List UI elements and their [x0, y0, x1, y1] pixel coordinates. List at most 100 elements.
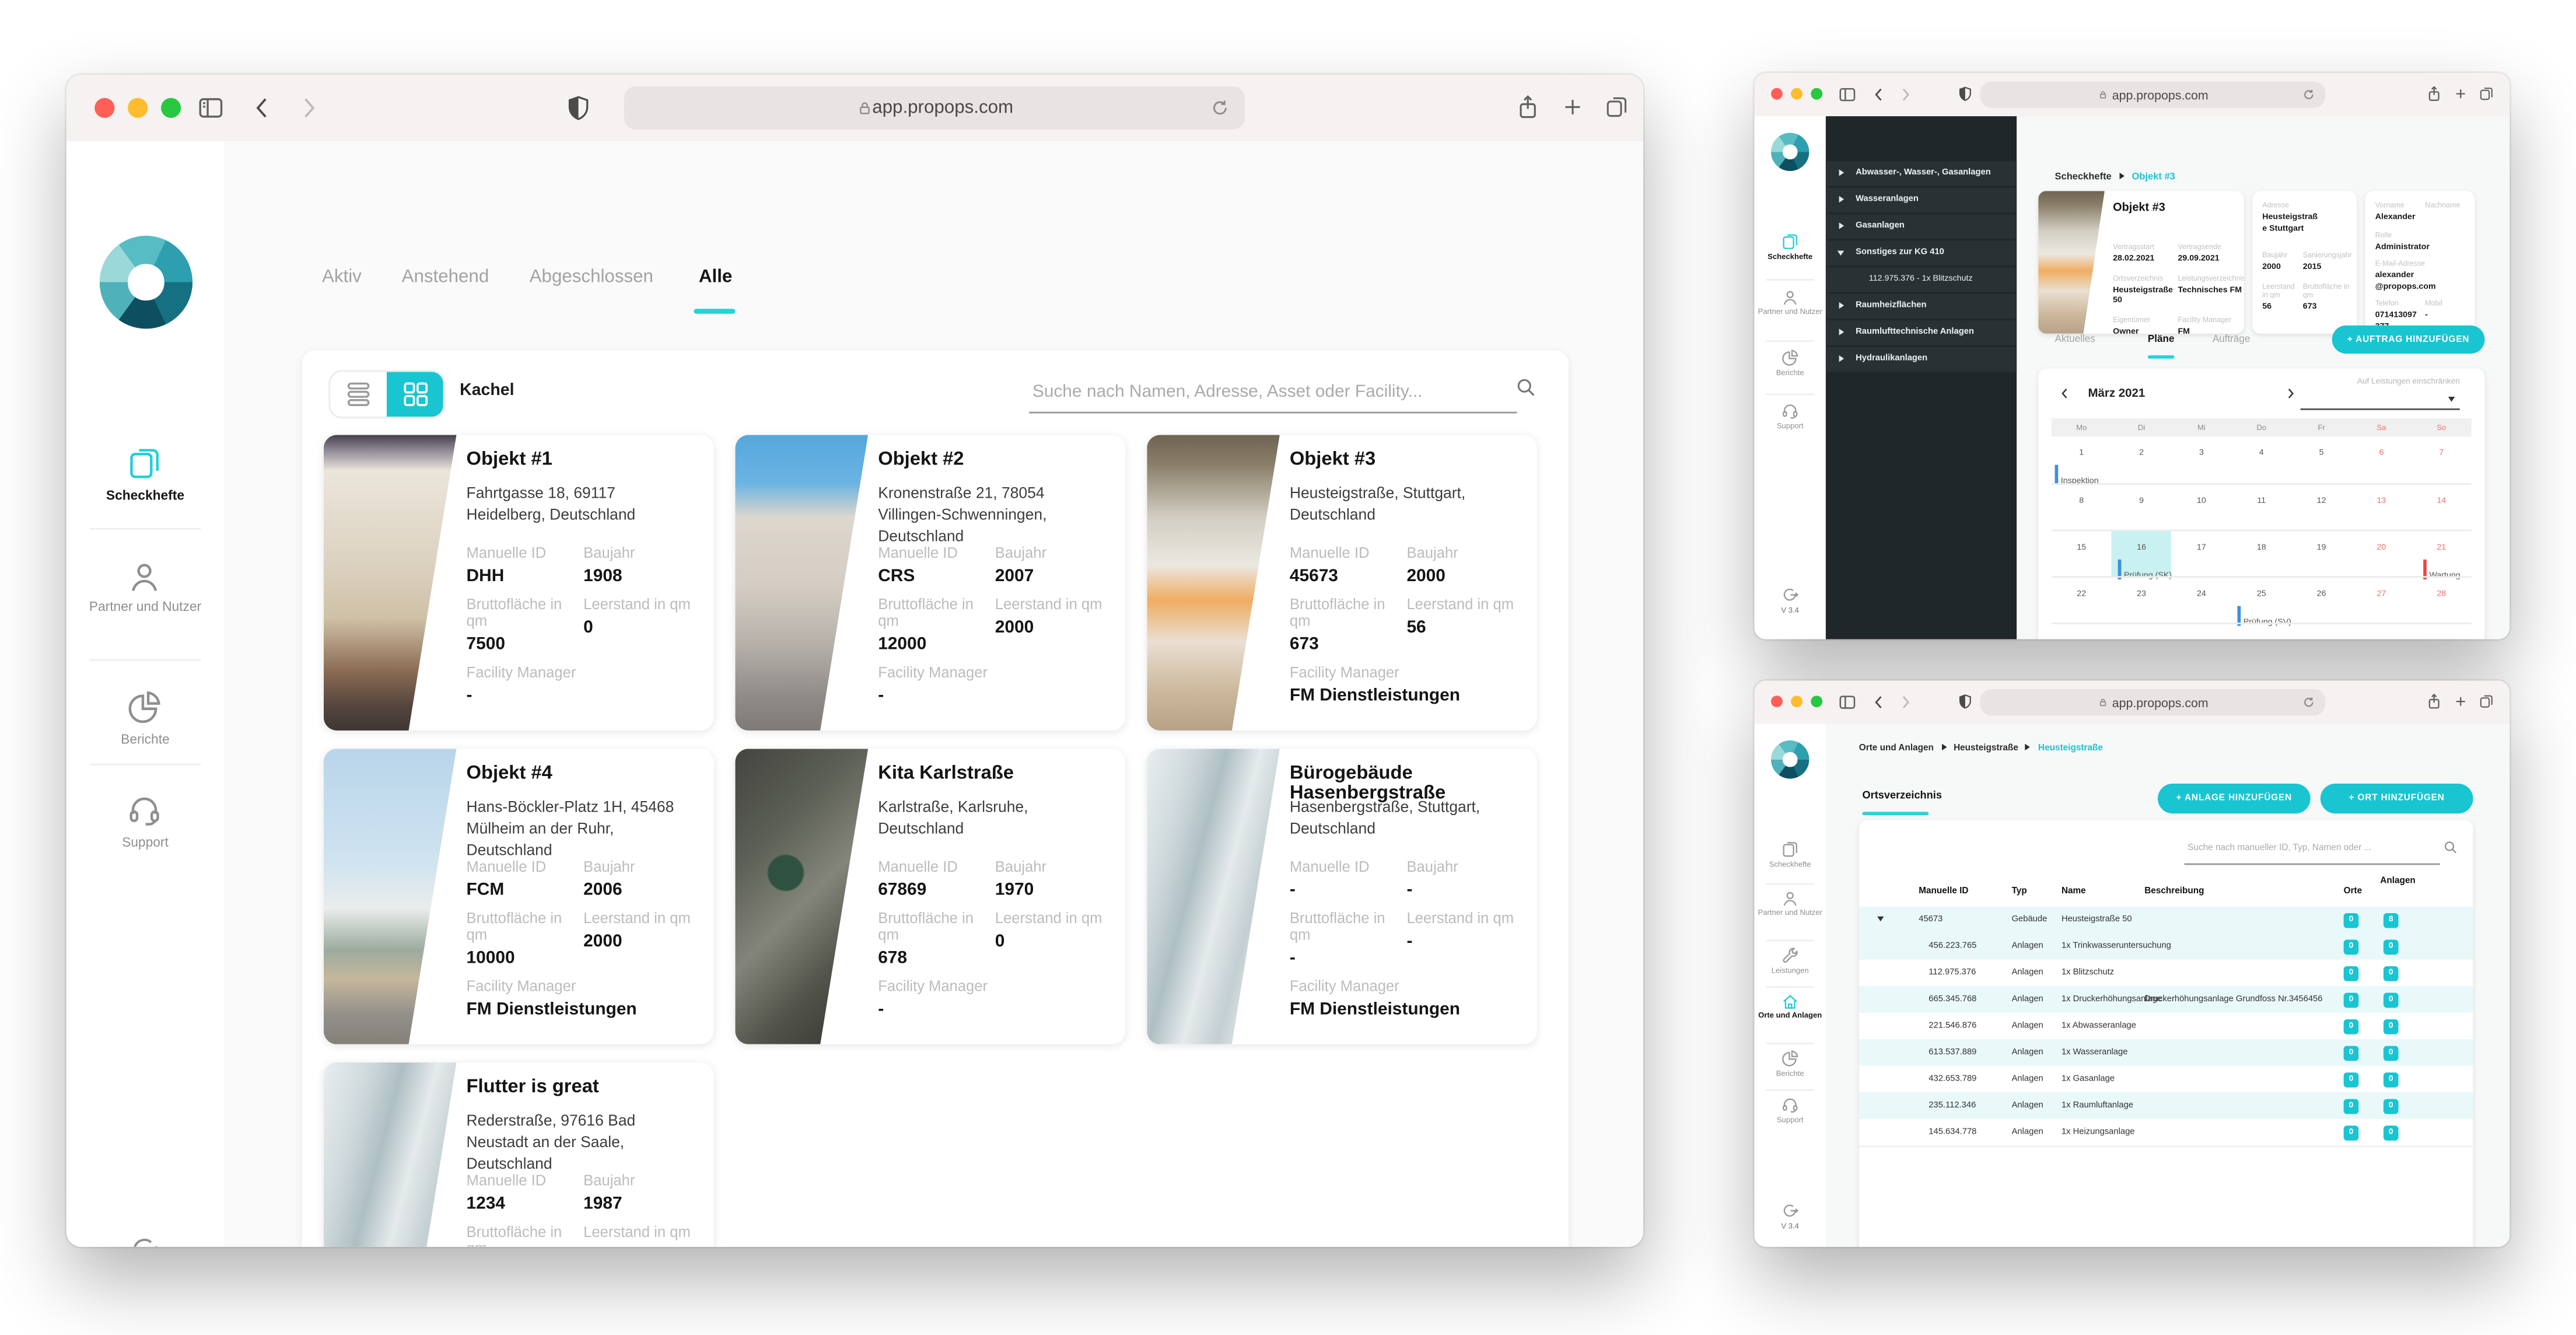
anlagen-badge[interactable]: 0	[2384, 1125, 2399, 1140]
tree-item[interactable]: Gasanlagen	[1826, 214, 2017, 239]
day-cell[interactable]: 10	[2172, 485, 2232, 532]
grid-view-button-active[interactable]	[387, 372, 443, 417]
orte-badge[interactable]: 0	[2344, 913, 2359, 928]
new-tab-icon[interactable]	[1560, 95, 1586, 120]
url-bar[interactable]: app.propops.com	[1980, 81, 2326, 108]
calendar-next-icon[interactable]	[2284, 387, 2297, 400]
tree-item[interactable]: Hydraulikanlagen	[1826, 347, 2017, 372]
anlagen-badge[interactable]: 0	[2384, 939, 2399, 954]
property-card-objekt-1[interactable]: Objekt #1 Fahrtgasse 18, 69117 Heidelber…	[324, 435, 714, 730]
traffic-light-close[interactable]	[94, 98, 114, 118]
tab-ortsverzeichnis-active[interactable]: Ortsverzeichnis	[1862, 790, 1941, 802]
tab-anstehend[interactable]: Anstehend	[402, 267, 489, 287]
table-search-input[interactable]	[2184, 833, 2440, 865]
column-header[interactable]: Orte	[2344, 886, 2362, 896]
day-cell[interactable]: 19	[2291, 532, 2351, 578]
table-row[interactable]: 145.634.778Anlagen1x Heizungsanlage 0 0	[1859, 1119, 2473, 1147]
tab-auftraege[interactable]: Aufträge	[2213, 336, 2250, 345]
sidebar-item-berichte[interactable]: Berichte	[66, 689, 224, 766]
forward-icon[interactable]	[295, 95, 322, 121]
property-card-objekt-4[interactable]: Objekt #4 Hans-Böckler-Platz 1H, 45468 M…	[324, 749, 714, 1044]
day-cell[interactable]: 2	[2112, 436, 2172, 483]
new-tab-icon[interactable]	[2453, 694, 2468, 709]
privacy-shield-icon[interactable]	[1957, 693, 1973, 711]
day-cell[interactable]: 24	[2172, 578, 2232, 624]
forward-icon[interactable]	[1897, 86, 1913, 103]
url-bar[interactable]: app.propops.com	[624, 86, 1245, 130]
add-ort-button[interactable]: + ORT HINZUFÜGEN	[2320, 784, 2473, 813]
column-header[interactable]: Manuelle ID	[1919, 886, 1968, 896]
tab-alle-active[interactable]: Alle	[699, 267, 732, 287]
back-icon[interactable]	[249, 95, 276, 121]
sidebar-item-partner-und-nutzer[interactable]: Partner und Nutzer	[1755, 289, 1826, 336]
tree-item[interactable]: Raumlufttechnische Anlagen	[1826, 320, 2017, 345]
property-card-objekt-3[interactable]: Objekt #3 Heusteigstraße, Stuttgart, Deu…	[1147, 435, 1537, 730]
orte-badge[interactable]: 0	[2344, 1045, 2359, 1060]
object-search-input[interactable]	[1029, 371, 1517, 414]
day-cell[interactable]: 28	[2412, 578, 2472, 624]
traffic-light-minimize[interactable]	[128, 98, 148, 118]
table-row[interactable]: 456.223.765Anlagen1x Trinkwasseruntersuc…	[1859, 933, 2473, 960]
sidebar-version[interactable]: V 3.4	[1755, 1202, 1826, 1239]
tree-item[interactable]: Abwasser-, Wasser-, Gasanlagen	[1826, 161, 2017, 186]
share-icon[interactable]	[2425, 83, 2443, 104]
sidebar-item-support[interactable]: Support	[66, 792, 224, 868]
tab-overview-icon[interactable]	[2478, 693, 2494, 711]
property-card-flutter-is-great[interactable]: Flutter is great Rederstraße, 97616 Bad …	[324, 1063, 714, 1247]
table-row-parent[interactable]: 45673GebäudeHeusteigstraße 50 0 8	[1859, 907, 2473, 934]
day-cell[interactable]: 3	[2172, 436, 2232, 483]
orte-badge[interactable]: 0	[2344, 1072, 2359, 1087]
sidebar-toggle-icon[interactable]	[1838, 693, 1857, 712]
property-card-buerogebaeude-hasenbergstrasse[interactable]: Bürogebäude Hasenbergstraße Hasenbergstr…	[1147, 749, 1537, 1044]
tab-aktuelles[interactable]: Aktuelles	[2055, 336, 2095, 345]
sidebar-item-partner-und-nutzer[interactable]: Partner und Nutzer	[66, 560, 224, 652]
property-card-objekt-2[interactable]: Objekt #2 Kronenstraße 21, 78054 Villing…	[735, 435, 1125, 730]
table-row[interactable]: 112.975.376Anlagen1x Blitzschutz 0 0	[1859, 960, 2473, 988]
day-cell[interactable]: 13	[2351, 485, 2412, 532]
breadcrumb-root[interactable]: Scheckhefte	[2055, 173, 2112, 183]
sidebar-item-scheckhefte[interactable]: Scheckhefte	[1755, 840, 1826, 877]
reload-icon[interactable]	[2302, 696, 2316, 709]
tab-overview-icon[interactable]	[2478, 85, 2494, 103]
day-cell[interactable]: 8	[2052, 485, 2112, 532]
column-header[interactable]: Beschreibung	[2144, 886, 2204, 896]
sidebar-item-orte-und-anlagen[interactable]: Orte und Anlagen	[1755, 993, 1826, 1040]
traffic-light-zoom[interactable]	[161, 98, 181, 118]
day-cell[interactable]: 9	[2112, 485, 2172, 532]
day-cell[interactable]: 12	[2291, 485, 2351, 532]
privacy-shield-icon[interactable]	[1957, 85, 1973, 103]
tab-plaene-active[interactable]: Pläne	[2148, 336, 2175, 345]
anlagen-badge[interactable]: 0	[2384, 1072, 2399, 1087]
back-icon[interactable]	[1871, 694, 1887, 710]
sidebar-version[interactable]: V 3.4	[1755, 586, 1826, 623]
orte-badge[interactable]: 0	[2344, 992, 2359, 1007]
column-header[interactable]: Name	[2062, 886, 2086, 896]
traffic-light-zoom[interactable]	[1811, 88, 1822, 100]
share-icon[interactable]	[1514, 91, 1542, 123]
breadcrumb-root[interactable]: Orte und Anlagen	[1859, 744, 1934, 754]
url-bar[interactable]: app.propops.com	[1980, 689, 2326, 716]
day-cell[interactable]: 18	[2231, 532, 2291, 578]
table-row[interactable]: 432.653.789Anlagen1x Gasanlage 0 0	[1859, 1066, 2473, 1094]
orte-badge[interactable]: 0	[2344, 1019, 2359, 1034]
privacy-shield-icon[interactable]	[564, 93, 592, 123]
orte-badge[interactable]: 0	[2344, 939, 2359, 954]
traffic-light-minimize[interactable]	[1791, 88, 1803, 100]
day-cell[interactable]: 11	[2231, 485, 2291, 532]
orte-badge[interactable]: 0	[2344, 1125, 2359, 1140]
day-cell[interactable]: 15	[2052, 532, 2112, 578]
sidebar-toggle-icon[interactable]	[196, 93, 226, 123]
reload-icon[interactable]	[1210, 98, 1230, 118]
day-cell[interactable]: 20	[2351, 532, 2412, 578]
new-tab-icon[interactable]	[2453, 86, 2468, 102]
share-icon[interactable]	[2425, 691, 2443, 712]
reload-icon[interactable]	[2302, 88, 2316, 102]
traffic-light-close[interactable]	[1771, 88, 1783, 100]
filter-dropdown-icon[interactable]	[2448, 397, 2455, 402]
day-cell[interactable]: 5	[2291, 436, 2351, 483]
add-auftrag-button[interactable]: + AUFTRAG HINZUFÜGEN	[2332, 326, 2485, 354]
anlagen-badge[interactable]: 8	[2384, 913, 2399, 928]
anlagen-badge[interactable]: 0	[2384, 1045, 2399, 1060]
day-cell[interactable]: 17	[2172, 532, 2232, 578]
calendar-prev-icon[interactable]	[2058, 387, 2071, 400]
